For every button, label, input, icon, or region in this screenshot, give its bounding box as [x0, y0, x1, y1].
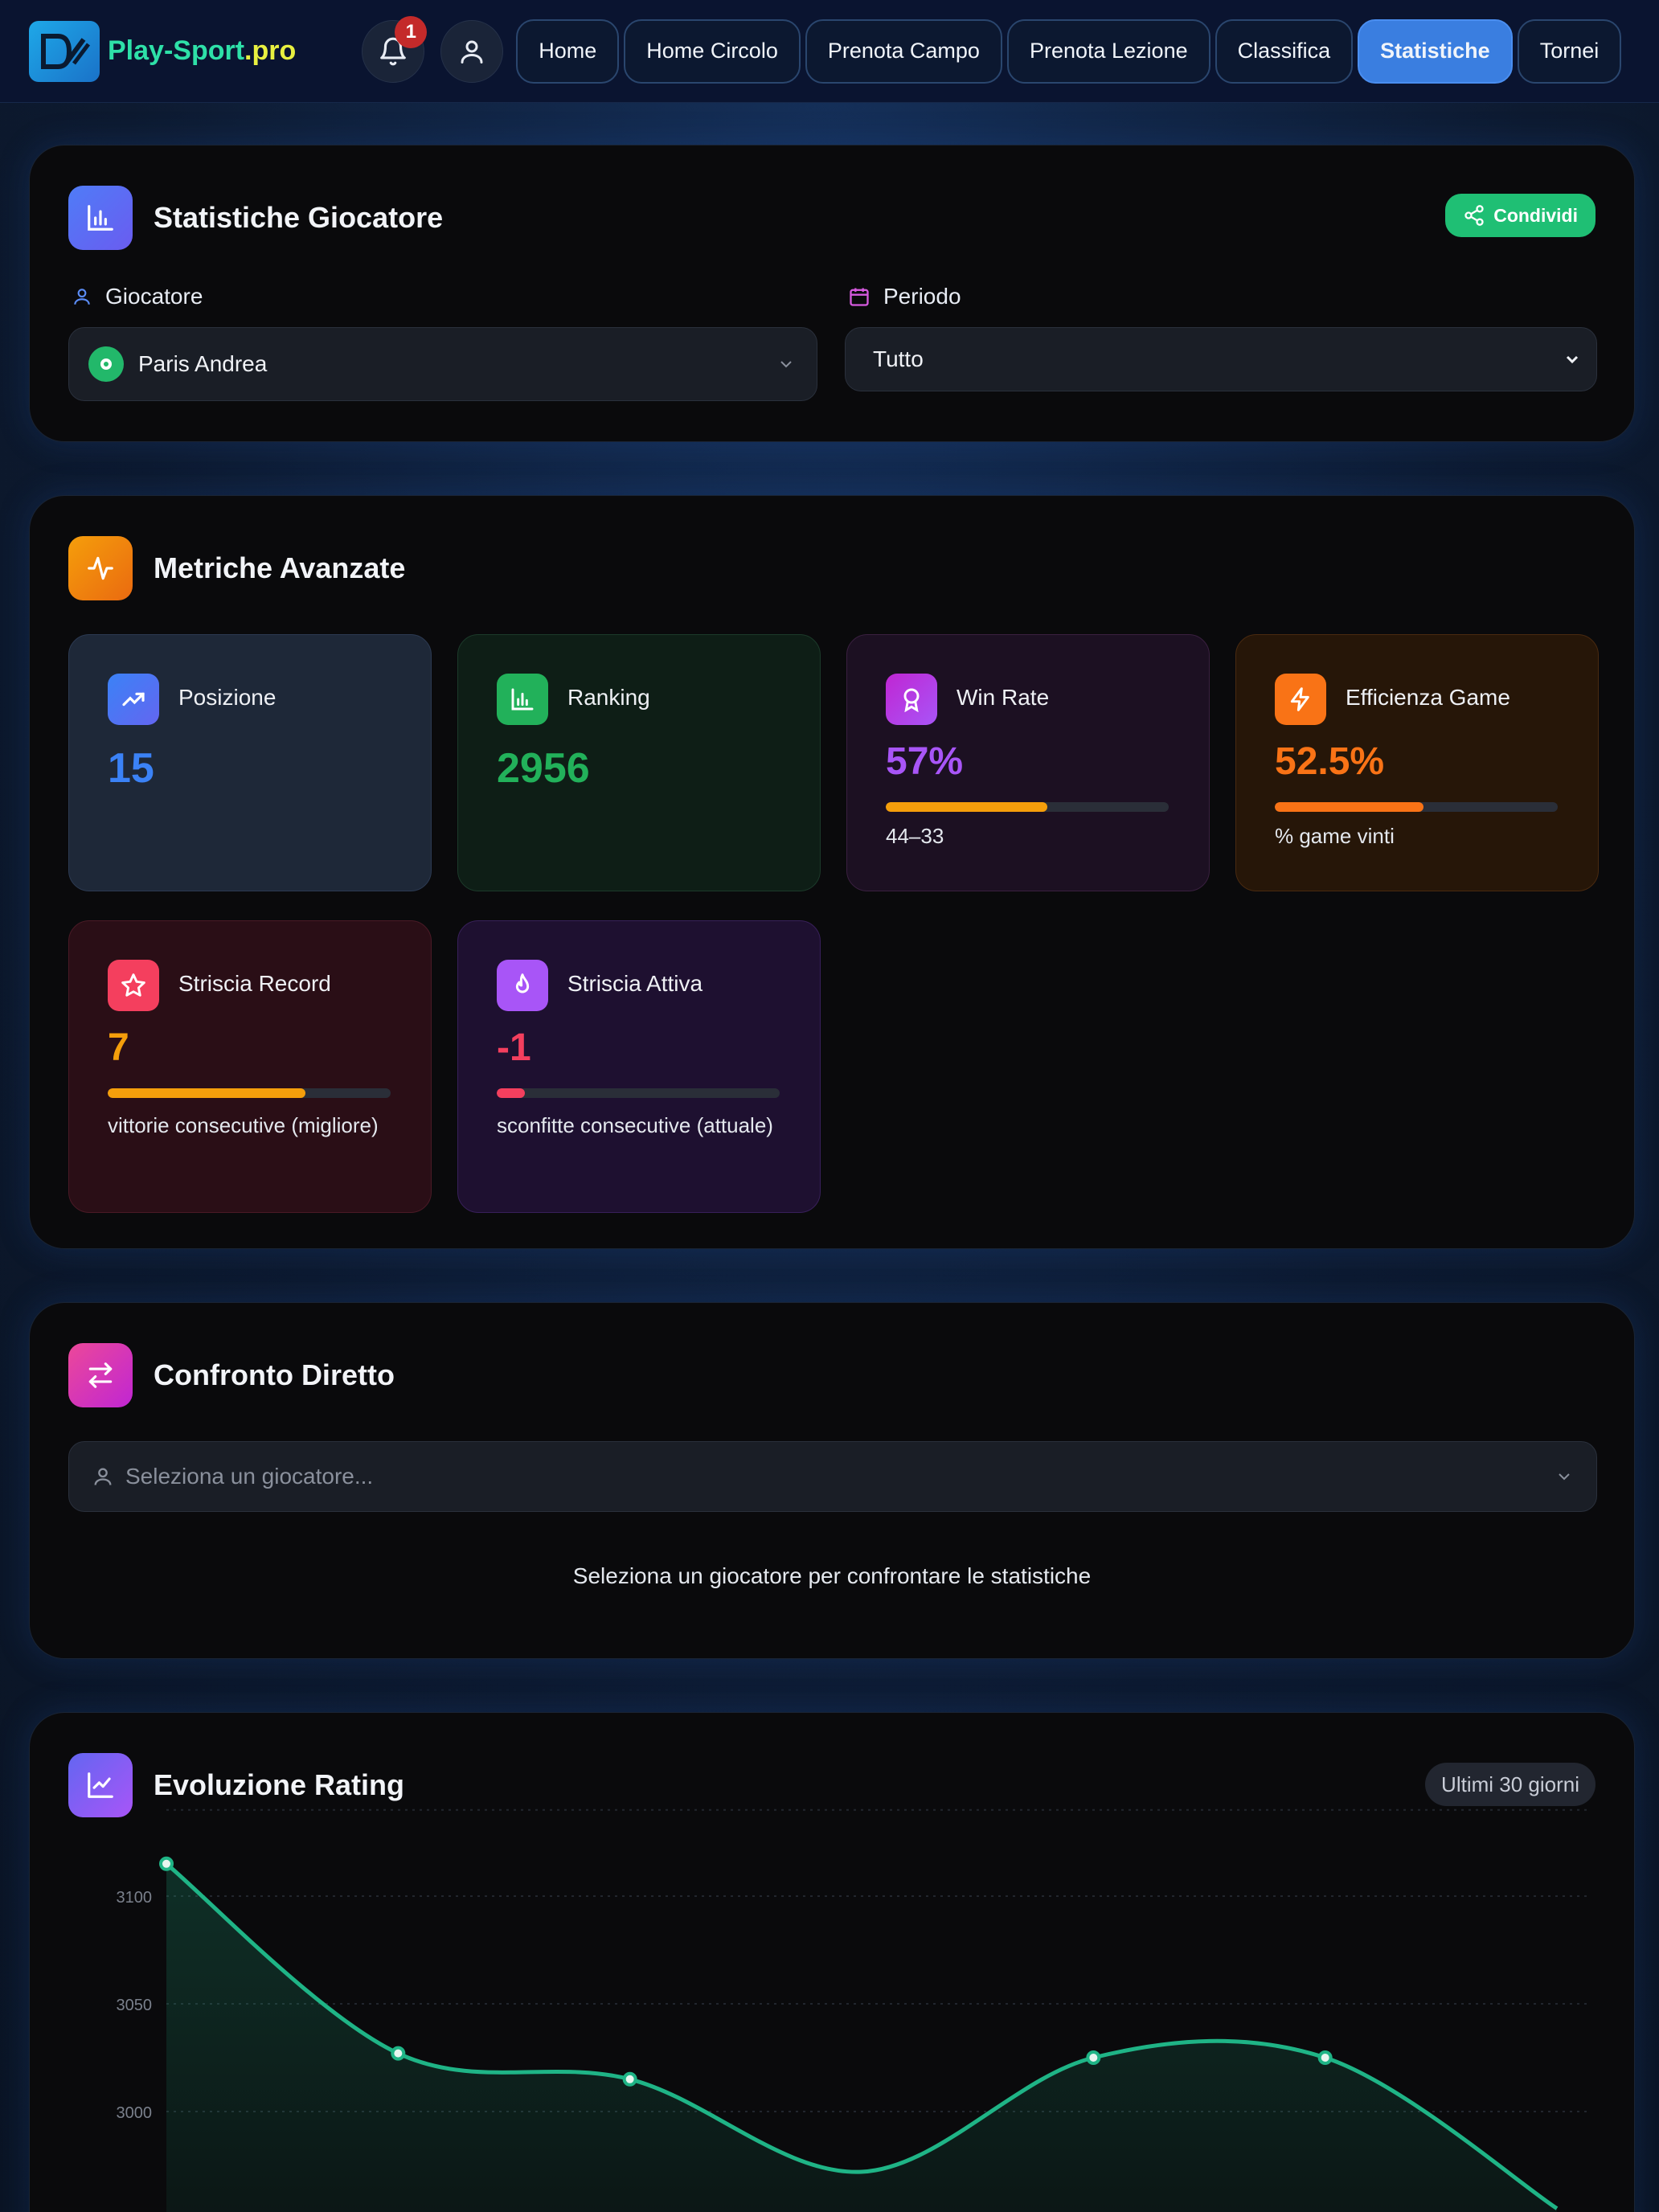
chevron-down-icon	[1566, 355, 1579, 364]
nav-tabs: Home Home Circolo Prenota Campo Prenota …	[516, 18, 1626, 84]
rating-area	[166, 1863, 1557, 2212]
metric-subtext: 44–33	[886, 824, 944, 848]
rating-evolution-card: Evoluzione Rating Ultimi 30 giorni 3100 3…	[29, 1712, 1635, 2212]
player-select-value: Paris Andrea	[138, 351, 268, 376]
chevron-down-icon	[1559, 1473, 1570, 1481]
y-tick-label: 3050	[117, 1997, 153, 2014]
star-icon	[108, 960, 159, 1011]
metrics-title: Metriche Avanzate	[154, 551, 406, 584]
efficiency-progress	[1275, 802, 1558, 812]
bar-chart-icon	[497, 674, 548, 725]
rating-point[interactable]	[1317, 2050, 1333, 2065]
share-label: Condividi	[1493, 204, 1578, 226]
rating-point[interactable]	[159, 1856, 174, 1871]
head-to-head-card: Confronto Diretto Seleziona un giocatore…	[29, 1302, 1635, 1659]
metric-label: Win Rate	[956, 685, 1050, 710]
metric-subtext: sconfitte consecutive (attuale)	[497, 1113, 773, 1137]
compare-empty-message: Seleziona un giocatore per confrontare l…	[572, 1563, 1092, 1588]
metrics-header: Metriche Avanzate	[68, 536, 405, 600]
tab-classifica[interactable]: Classifica	[1215, 18, 1354, 84]
top-nav: Play-Sport.pro 1 Home Home Circolo Preno…	[0, 0, 1659, 103]
opponent-select-placeholder: Seleziona un giocatore...	[125, 1464, 374, 1489]
tab-home[interactable]: Home	[516, 18, 620, 84]
tab-prenota-lezione[interactable]: Prenota Lezione	[1006, 18, 1210, 84]
tab-home-circolo[interactable]: Home Circolo	[624, 18, 801, 84]
metric-label: Striscia Attiva	[567, 971, 703, 996]
record-streak-progress	[108, 1088, 391, 1098]
share-icon	[1464, 205, 1484, 226]
player-stats-card: Statistiche Giocatore Condividi Giocator…	[29, 145, 1635, 442]
trending-up-icon	[108, 674, 159, 725]
player-field-label: Giocatore	[72, 284, 203, 309]
player-stats-header: Statistiche Giocatore	[68, 186, 443, 250]
flame-icon	[497, 960, 548, 1011]
activity-icon	[68, 536, 133, 600]
player-stats-title: Statistiche Giocatore	[154, 201, 444, 234]
logo-icon	[29, 20, 100, 82]
rating-point[interactable]	[622, 2071, 637, 2087]
arrows-swap-icon	[68, 1343, 133, 1407]
brand-name: Play-Sport.pro	[108, 35, 297, 66]
metric-label: Ranking	[567, 685, 650, 710]
tab-prenota-campo[interactable]: Prenota Campo	[805, 18, 1002, 84]
rating-chart: 3100 3050 3000	[117, 1809, 1589, 2212]
win-rate-progress	[886, 802, 1169, 812]
zap-icon	[1275, 674, 1326, 725]
compare-header: Confronto Diretto	[68, 1343, 395, 1407]
compare-title: Confronto Diretto	[154, 1358, 395, 1391]
metric-subtext: % game vinti	[1275, 824, 1395, 848]
metric-posizione: Posizione 15	[68, 634, 432, 891]
metric-label: Posizione	[178, 685, 276, 710]
metric-subtext: vittorie consecutive (migliore)	[108, 1113, 379, 1137]
notifications-button[interactable]: 1	[362, 15, 428, 83]
bar-chart-icon	[68, 186, 133, 250]
calendar-icon	[850, 288, 869, 306]
metric-ranking: Ranking 2956	[457, 634, 821, 891]
metric-label: Striscia Record	[178, 971, 331, 996]
metric-efficienza-game: Efficienza Game 52.5% % game vinti	[1235, 634, 1599, 891]
notification-badge: 1	[395, 15, 428, 48]
y-tick-label: 3100	[117, 1889, 153, 1907]
metric-value: 52.5%	[1275, 740, 1385, 783]
player-select[interactable]: Paris Andrea	[68, 327, 817, 401]
metric-striscia-attiva: Striscia Attiva -1 sconfitte consecutive…	[457, 920, 821, 1213]
user-icon	[461, 40, 483, 63]
chevron-down-icon	[780, 361, 792, 368]
metric-value: 7	[108, 1026, 129, 1069]
period-field-label: Periodo	[848, 284, 961, 309]
period-select[interactable]: Tutto	[845, 327, 1597, 391]
active-streak-progress	[497, 1088, 780, 1098]
metric-win-rate: Win Rate 57% 44–33	[846, 634, 1210, 891]
metric-striscia-record: Striscia Record 7 vittorie consecutive (…	[68, 920, 432, 1213]
metric-value: 15	[108, 745, 154, 792]
opponent-select[interactable]: Seleziona un giocatore...	[68, 1441, 1597, 1512]
player-avatar	[88, 346, 124, 382]
y-tick-label: 3000	[117, 2104, 153, 2122]
period-select-value: Tutto	[873, 346, 924, 371]
metric-value: -1	[497, 1026, 531, 1069]
tab-tornei[interactable]: Tornei	[1517, 18, 1622, 84]
profile-button[interactable]	[440, 19, 504, 83]
advanced-metrics-card: Metriche Avanzate Posizione 15 Ranking 2…	[29, 495, 1635, 1249]
user-icon	[94, 1468, 112, 1485]
metric-value: 2956	[497, 745, 590, 792]
brand-logo[interactable]: Play-Sport.pro	[29, 20, 297, 82]
metric-label: Efficienza Game	[1346, 685, 1510, 710]
rating-point[interactable]	[1086, 2050, 1101, 2065]
award-icon	[886, 674, 937, 725]
metric-value: 57%	[886, 740, 964, 783]
share-button[interactable]: Condividi	[1445, 194, 1596, 237]
tab-statistiche[interactable]: Statistiche	[1358, 18, 1513, 84]
rating-point[interactable]	[391, 2046, 406, 2061]
user-icon	[74, 289, 90, 305]
